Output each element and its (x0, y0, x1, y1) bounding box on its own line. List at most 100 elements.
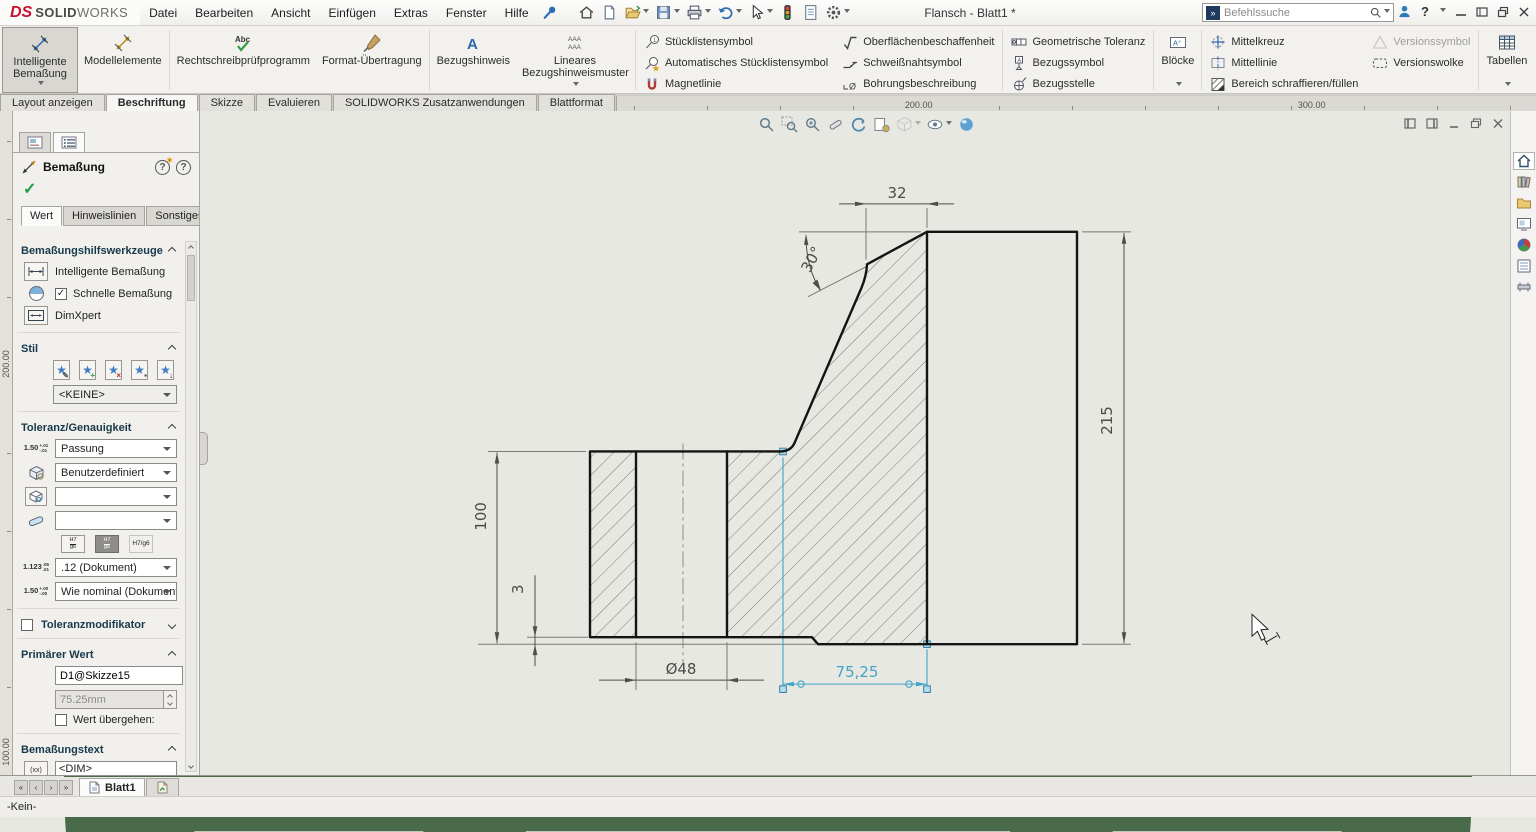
tab-zusatzanwendungen[interactable]: SOLIDWORKS Zusatzanwendungen (333, 94, 537, 111)
maximize-button[interactable] (1476, 6, 1488, 18)
revision-cloud-button[interactable]: Versionswolke (1372, 55, 1470, 71)
options-gear-icon[interactable] (822, 2, 853, 24)
help-caret[interactable] (1440, 8, 1446, 15)
tab-evaluieren[interactable]: Evaluieren (256, 94, 332, 111)
dimension-handle[interactable] (924, 686, 931, 693)
user-account-icon[interactable] (1397, 4, 1412, 19)
section-style[interactable]: Stil (21, 343, 175, 355)
last-sheet-button[interactable]: » (59, 780, 73, 795)
dimension-text-icon[interactable]: (xx) (24, 761, 48, 775)
tab-beschriftung[interactable]: Beschriftung (106, 94, 198, 111)
search-input[interactable] (1224, 7, 1369, 19)
style-apply-default-button[interactable]: ★✎ (53, 360, 70, 380)
balloon-button[interactable]: 1 Stücklistensymbol (644, 34, 828, 50)
override-value-checkbox[interactable] (55, 714, 67, 726)
dimension-diameter-48[interactable]: Ø48 (599, 660, 764, 682)
menu-bearbeiten[interactable]: Bearbeiten (186, 0, 262, 25)
search-options-caret[interactable] (1384, 9, 1390, 16)
auto-balloon-button[interactable]: Automatisches Stücklistensymbol (644, 55, 828, 71)
smart-dimension-tool-icon[interactable] (24, 262, 48, 281)
tab-blattformat[interactable]: Blattformat (538, 94, 615, 111)
area-hatch-button[interactable]: Bereich schraffieren/füllen (1210, 76, 1358, 92)
menu-datei[interactable]: Datei (140, 0, 186, 25)
dimension-32[interactable]: 32 (839, 184, 954, 206)
datum-target-button[interactable]: Bezugsstelle (1011, 76, 1145, 92)
render-sphere-icon[interactable] (958, 116, 975, 133)
next-sheet-button[interactable]: › (44, 780, 58, 795)
help-icon[interactable]: ? (1421, 4, 1429, 19)
zoom-fit-icon[interactable] (758, 116, 775, 133)
graphics-area[interactable]: 32 30° 215 100 (200, 111, 1510, 775)
style-add-button[interactable]: ★+ (79, 360, 96, 380)
subtab-sonstiges[interactable]: Sonstiges (146, 206, 200, 226)
pane-right-icon[interactable] (1426, 118, 1438, 129)
section-primary-value[interactable]: Primärer Wert (21, 649, 175, 661)
print-icon[interactable] (683, 2, 714, 24)
quick-dimension-checkbox[interactable]: ✓ (55, 288, 67, 300)
pin-menu-icon[interactable] (538, 2, 561, 24)
fit-display-stacked-button[interactable]: H7g6 (61, 535, 85, 553)
smart-dimension-flyout-caret[interactable] (38, 81, 44, 88)
centerline-button[interactable]: Mittellinie (1210, 55, 1358, 71)
taskpane-home-icon[interactable] (1513, 152, 1535, 170)
new-document-icon[interactable] (598, 2, 621, 24)
forum-tools-icon[interactable] (1513, 278, 1535, 296)
linear-note-flyout-caret[interactable] (573, 82, 579, 89)
panel-tab-tree[interactable] (19, 132, 51, 153)
tables-button[interactable]: Tabellen (1480, 27, 1533, 93)
add-sheet-tab[interactable] (146, 778, 179, 796)
close-button[interactable] (1518, 6, 1530, 18)
menu-fenster[interactable]: Fenster (437, 0, 496, 25)
dimxpert-item[interactable]: DimXpert (23, 306, 177, 325)
primary-value-input[interactable]: 75.25mm (55, 690, 164, 709)
section-helpers[interactable]: Bemaßungshilfswerkzeuge (21, 245, 175, 257)
subtab-wert[interactable]: Wert (21, 206, 62, 226)
hole-fit-dropdown[interactable] (55, 487, 177, 506)
primary-value-spinner[interactable] (164, 690, 177, 709)
tab-layout-anzeigen[interactable]: Layout anzeigen (0, 94, 105, 111)
document-properties-icon[interactable] (799, 2, 822, 24)
layer-dropdown[interactable]: -Kein- (7, 801, 36, 813)
tolerance-type-dropdown[interactable]: Passung (55, 439, 177, 458)
model-items-button[interactable]: Modellelemente (78, 27, 168, 93)
panel-tab-properties[interactable] (53, 132, 85, 153)
section-tolerance-modifier[interactable]: Toleranzmodifikator (21, 619, 175, 631)
undo-icon[interactable] (714, 2, 745, 24)
spellcheck-button[interactable]: Abc Rechtschreibprüfprogramm (171, 27, 316, 93)
format-painter-button[interactable]: Format-Übertragung (316, 27, 428, 93)
weld-symbol-button[interactable]: Schweißnahtsymbol (842, 55, 994, 71)
linear-note-pattern-button[interactable]: AAAAAA Lineares Bezugshinweismuster (516, 27, 634, 93)
dimension-30deg[interactable]: 30° (797, 234, 825, 291)
unit-precision-dropdown[interactable]: .12 (Dokument) (55, 558, 177, 577)
hole-callout-button[interactable]: Ø Bohrungsbeschreibung (842, 76, 994, 92)
tab-skizze[interactable]: Skizze (199, 94, 255, 111)
surface-finish-button[interactable]: Oberflächenbeschaffenheit (842, 34, 994, 50)
shaft-fit-dropdown[interactable] (55, 511, 177, 530)
panel-scrollbar[interactable] (185, 241, 197, 772)
search-magnifier-icon[interactable] (1369, 6, 1382, 19)
blocks-flyout-caret[interactable] (1176, 82, 1182, 89)
center-mark-button[interactable]: Mittelkreuz (1210, 34, 1358, 50)
menu-einfuegen[interactable]: Einfügen (320, 0, 385, 25)
datum-feature-button[interactable]: A Bezugssymbol (1011, 55, 1145, 71)
doc-restore-icon[interactable] (1470, 118, 1482, 129)
smart-dimension-item[interactable]: Intelligente Bemaßung (23, 262, 177, 281)
panel-help-icon[interactable]: ? (176, 160, 191, 175)
sheet-properties-icon[interactable] (873, 116, 890, 133)
style-load-button[interactable]: ★↓ (157, 360, 174, 380)
dimension-text-box[interactable]: <DIM> (55, 761, 177, 775)
annotation-tag-icon[interactable] (827, 116, 844, 133)
tolerance-modifier-checkbox[interactable] (21, 619, 33, 631)
section-tolerance[interactable]: Toleranz/Genauigkeit (21, 422, 175, 434)
view-palette-icon[interactable] (1513, 215, 1535, 233)
prev-sheet-button[interactable]: ‹ (29, 780, 43, 795)
primary-value-name-input[interactable] (55, 666, 183, 685)
display-settings-eye-icon[interactable] (927, 116, 952, 133)
style-dropdown[interactable]: <KEINE> (53, 385, 177, 404)
dimension-215[interactable]: 215 (1098, 233, 1126, 643)
restore-button[interactable] (1497, 6, 1509, 18)
file-explorer-icon[interactable] (1513, 194, 1535, 212)
quick-dimension-item[interactable]: ✓ Schnelle Bemaßung (23, 286, 177, 301)
style-save-button[interactable]: ★▪ (131, 360, 148, 380)
style-delete-button[interactable]: ★× (105, 360, 122, 380)
